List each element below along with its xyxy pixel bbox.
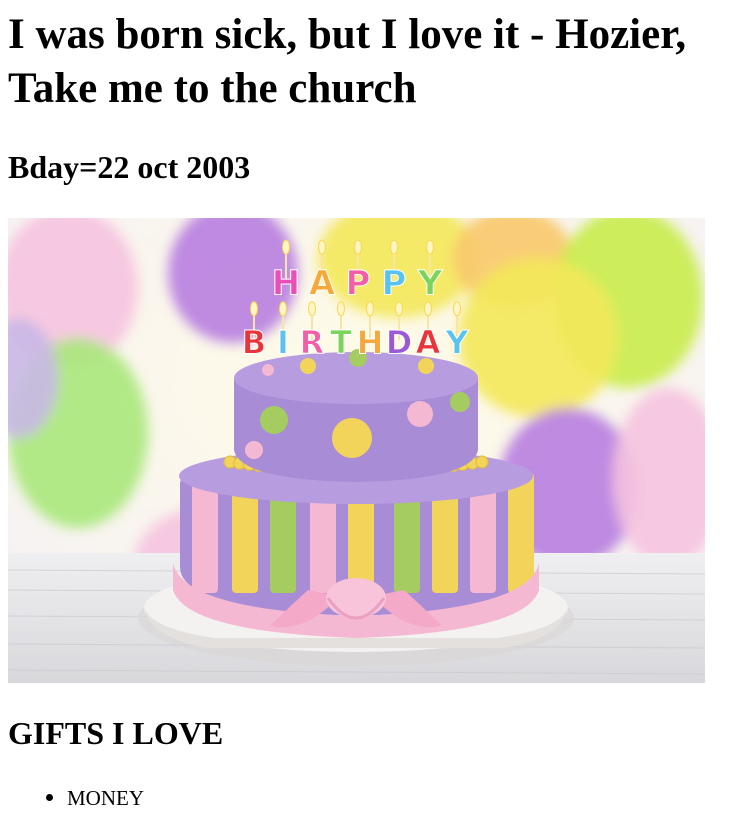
page-title: I was born sick, but I love it - Hozier,… xyxy=(8,11,687,112)
svg-text:P: P xyxy=(346,264,371,304)
svg-text:B: B xyxy=(242,324,266,362)
svg-text:T: T xyxy=(330,324,352,362)
gifts-heading: GIFTS I LOVE xyxy=(8,715,224,751)
bullet-icon xyxy=(46,794,53,801)
list-item: MONEY xyxy=(46,784,144,812)
svg-text:A: A xyxy=(309,264,336,304)
gift-list: MONEY xyxy=(46,784,144,812)
svg-text:A: A xyxy=(416,324,441,362)
svg-text:D: D xyxy=(386,324,413,362)
svg-text:Y: Y xyxy=(444,324,469,362)
page: I was born sick, but I love it - Hozier,… xyxy=(0,0,745,813)
svg-text:H: H xyxy=(272,264,300,304)
birthday-cake-image: HAPPYBIRTHDAY xyxy=(8,218,705,683)
birthday-date-heading: Bday=22 oct 2003 xyxy=(8,149,251,185)
svg-text:P: P xyxy=(382,264,407,304)
list-item-label: MONEY xyxy=(67,786,144,810)
svg-text:Y: Y xyxy=(417,264,443,304)
svg-text:R: R xyxy=(300,324,325,362)
svg-text:H: H xyxy=(357,324,384,362)
svg-text:I: I xyxy=(277,324,289,362)
